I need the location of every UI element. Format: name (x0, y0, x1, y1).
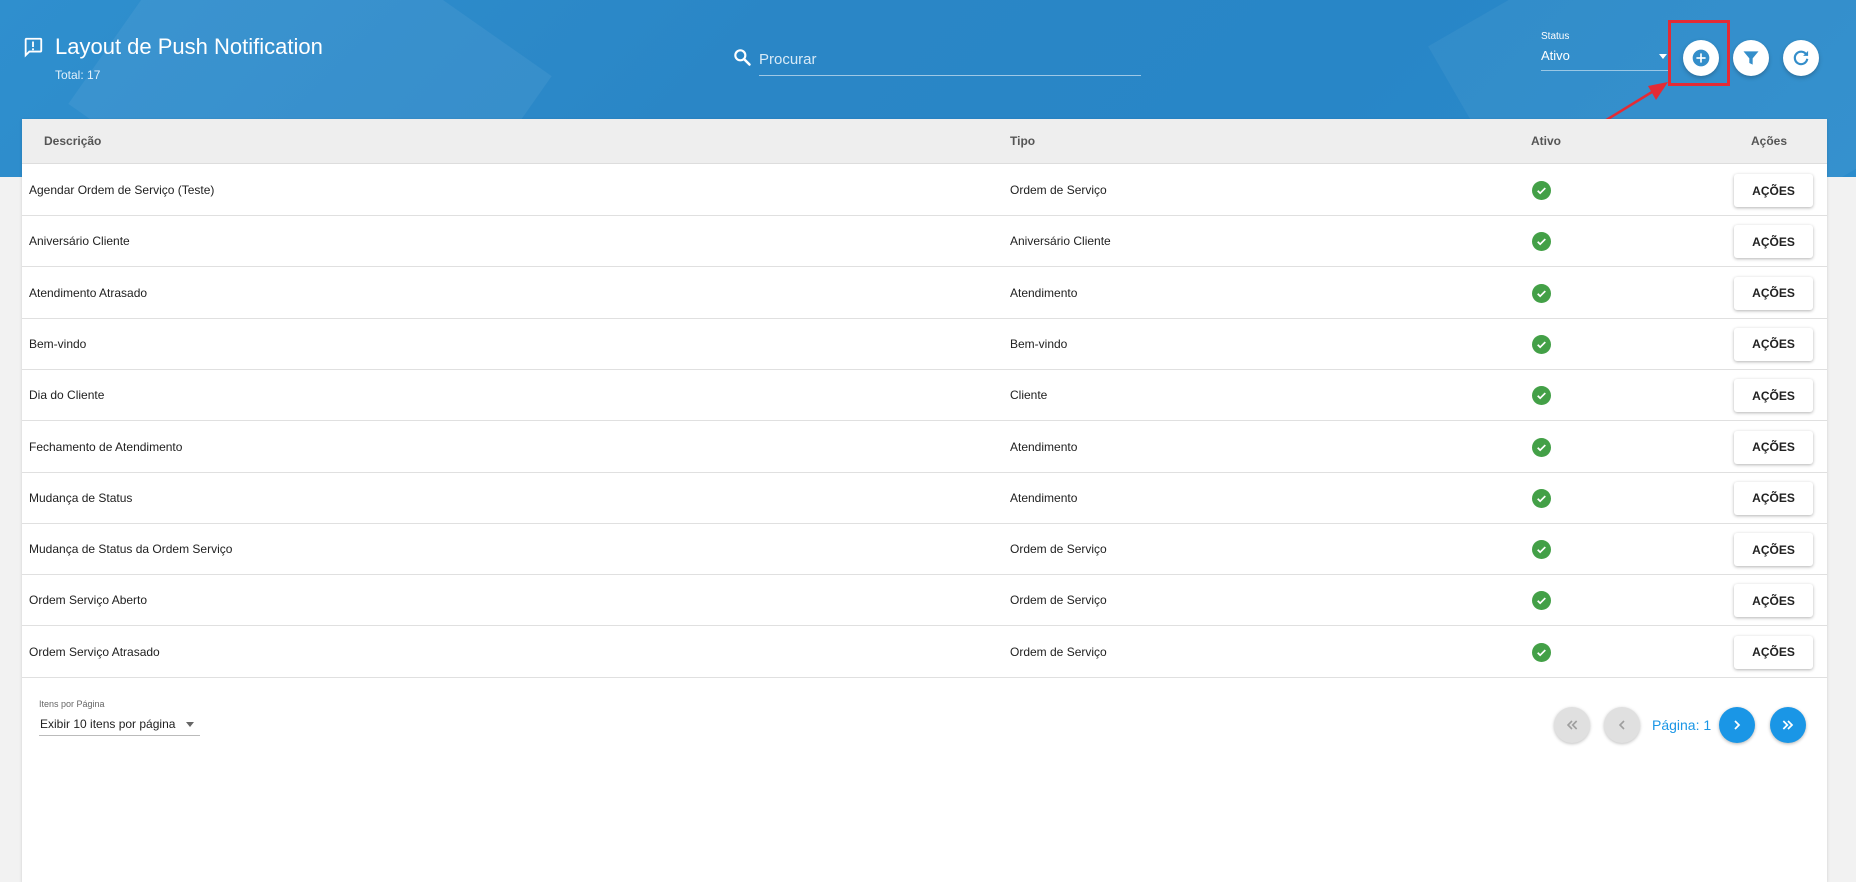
row-descricao: Aniversário Cliente (29, 234, 130, 249)
acoes-button[interactable]: AÇÕES (1734, 225, 1813, 259)
active-check-icon (1532, 334, 1551, 354)
chevron-right-icon (1734, 720, 1741, 730)
highlight-box (1668, 20, 1730, 86)
filter-icon (1743, 51, 1759, 65)
last-page-button[interactable] (1770, 707, 1806, 743)
acoes-button[interactable]: AÇÕES (1734, 533, 1813, 567)
row-tipo: Bem-vindo (1010, 336, 1068, 351)
column-header-descricao: Descrição (44, 134, 102, 148)
current-page-label: Página: 1 (1652, 717, 1712, 733)
acoes-button[interactable]: AÇÕES (1734, 481, 1813, 515)
add-button[interactable] (1683, 40, 1719, 76)
acoes-button[interactable]: AÇÕES (1734, 174, 1813, 207)
table-row: Fechamento de Atendimento Atendimento AÇÕE… (22, 422, 1827, 473)
active-check-icon (1532, 540, 1551, 560)
total-count: Total: 17 (55, 68, 101, 82)
column-header-acoes: Ações (1751, 134, 1788, 148)
row-descricao: Ordem Serviço Aberto (29, 593, 148, 608)
chevron-down-icon (186, 722, 194, 727)
previous-page-button[interactable] (1604, 707, 1640, 743)
row-tipo: Cliente (1010, 388, 1048, 403)
row-tipo: Ordem de Serviço (1010, 183, 1107, 197)
refresh-icon (1793, 50, 1809, 66)
row-tipo: Aniversário Cliente (1010, 234, 1111, 249)
search-input[interactable] (759, 44, 1141, 76)
row-tipo: Ordem de Serviço (1010, 542, 1107, 557)
row-tipo: Ordem de Serviço (1010, 593, 1107, 608)
table-row: Aniversário Cliente Aniversário Cliente AÇ… (22, 216, 1827, 268)
row-descricao: Fechamento de Atendimento (29, 439, 183, 454)
items-per-page-select[interactable]: Exibir 10 itens por página (39, 713, 200, 736)
table-row: Bem-vindo Bem-vindo AÇÕES (22, 319, 1827, 370)
active-check-icon (1532, 437, 1551, 457)
filter-button[interactable] (1733, 40, 1769, 76)
search-icon (734, 49, 751, 66)
row-descricao: Atendimento Atrasado (29, 285, 148, 300)
table-row: Agendar Ordem de Serviço (Teste) Ordem de… (22, 165, 1827, 216)
active-check-icon (1532, 488, 1551, 508)
status-label: Status (1541, 31, 1570, 42)
row-descricao: Ordem Serviço Atrasado (29, 644, 160, 659)
next-page-button[interactable] (1719, 707, 1755, 743)
row-tipo: Ordem de Serviço (1010, 644, 1107, 659)
row-tipo: Atendimento (1010, 439, 1078, 454)
items-per-page-label: Itens por Página (39, 699, 105, 709)
table-row: Atendimento Atrasado Atendimento AÇÕES (22, 268, 1827, 319)
row-tipo: Atendimento (1010, 285, 1078, 300)
double-chevron-left-icon (1566, 720, 1578, 730)
active-check-icon (1532, 642, 1551, 662)
column-header-tipo: Tipo (1010, 134, 1036, 148)
acoes-button[interactable]: AÇÕES (1734, 276, 1813, 310)
double-chevron-right-icon (1782, 720, 1794, 730)
refresh-button[interactable] (1783, 40, 1819, 76)
active-check-icon (1532, 232, 1551, 252)
row-descricao: Mudança de Status (29, 490, 133, 505)
active-check-icon (1532, 386, 1551, 406)
status-select[interactable]: Ativo (1541, 48, 1669, 71)
table-header: Descrição Tipo Ativo Ações (22, 119, 1827, 164)
row-descricao: Bem-vindo (29, 336, 87, 351)
table-row: Ordem Serviço Aberto Ordem de Serviço AÇÕE… (22, 575, 1827, 627)
active-check-icon (1532, 181, 1551, 200)
notification-alert-icon (24, 37, 43, 58)
column-header-ativo: Ativo (1531, 134, 1561, 148)
table-row: Ordem Serviço Atrasado Ordem de Serviço AÇ… (22, 627, 1827, 678)
table-row: Mudança de Status Atendimento AÇÕES (22, 473, 1827, 524)
acoes-button[interactable]: AÇÕES (1734, 584, 1813, 618)
table-row: Dia do Cliente Cliente AÇÕES (22, 370, 1827, 422)
active-check-icon (1532, 591, 1551, 611)
row-descricao: Mudança de Status da Ordem Serviço (29, 542, 233, 557)
row-tipo: Atendimento (1010, 490, 1078, 505)
page-title: Layout de Push Notification (55, 34, 323, 59)
acoes-button[interactable]: AÇÕES (1734, 635, 1813, 669)
acoes-button[interactable]: AÇÕES (1734, 379, 1813, 413)
acoes-button[interactable]: AÇÕES (1734, 327, 1813, 361)
data-table-card: Descrição Tipo Ativo Ações Agendar Ordem… (22, 119, 1827, 882)
row-descricao: Agendar Ordem de Serviço (Teste) (29, 183, 215, 197)
status-value: Ativo (1541, 48, 1570, 63)
row-descricao: Dia do Cliente (29, 388, 105, 403)
add-circle-icon (1692, 49, 1710, 67)
chevron-left-icon (1618, 720, 1625, 730)
table-row: Mudança de Status da Ordem Serviço Ordem … (22, 524, 1827, 576)
active-check-icon (1532, 283, 1551, 303)
first-page-button[interactable] (1554, 707, 1590, 743)
chevron-down-icon (1659, 54, 1667, 59)
acoes-button[interactable]: AÇÕES (1734, 430, 1813, 464)
items-per-page-value: Exibir 10 itens por página (40, 717, 176, 731)
